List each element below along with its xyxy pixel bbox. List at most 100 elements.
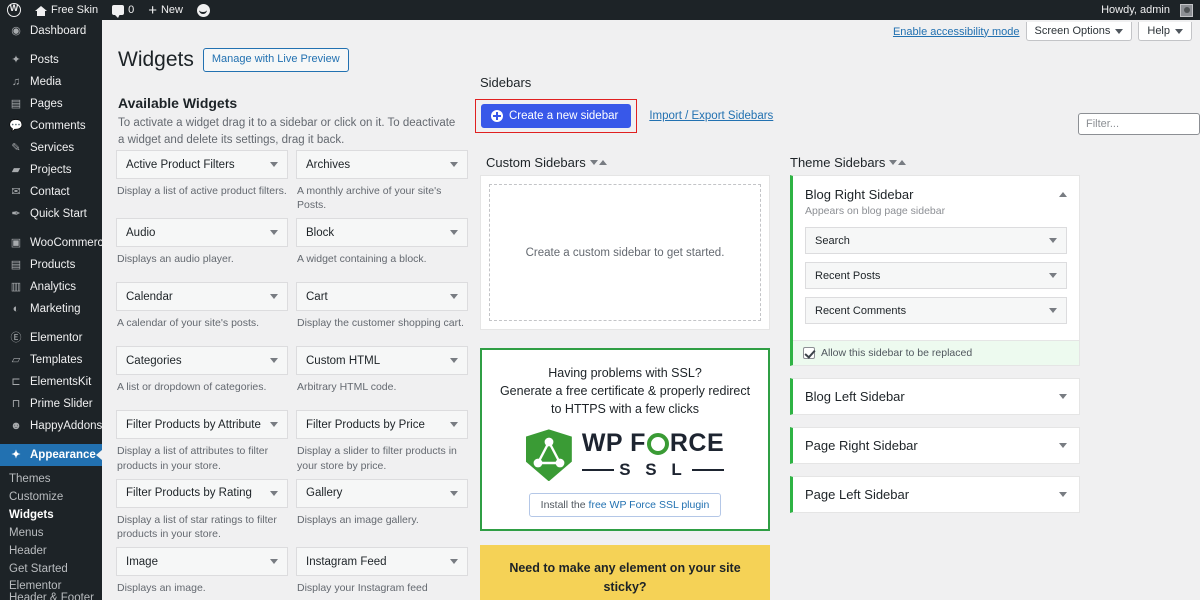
theme-sidebar-box[interactable]: Blog Left Sidebar: [790, 378, 1080, 415]
caret-down-icon[interactable]: [1059, 443, 1067, 448]
caret-down-icon[interactable]: [270, 162, 278, 167]
widget-header[interactable]: Instagram Feed: [296, 547, 468, 577]
custom-sidebar-dropzone[interactable]: Create a custom sidebar to get started.: [489, 184, 761, 321]
sidebar-item-dashboard[interactable]: ◉ Dashboard: [0, 20, 102, 42]
sort-carets[interactable]: [889, 160, 907, 165]
submenu-item-customize[interactable]: Customize: [0, 488, 102, 506]
available-widget: Gallery Displays an image gallery.: [296, 478, 468, 547]
widget-header[interactable]: Filter Products by Price: [296, 410, 468, 440]
sidebar-item-projects[interactable]: ▰ Projects: [0, 159, 102, 181]
sidebar-item-products[interactable]: ▤ Products: [0, 254, 102, 276]
sidebar-item-marketing[interactable]: ◐ Marketing: [0, 298, 102, 320]
caret-down-icon[interactable]: [1049, 238, 1057, 243]
widget-header[interactable]: Image: [116, 547, 288, 577]
create-new-sidebar-button[interactable]: Create a new sidebar: [481, 104, 632, 128]
caret-down-icon[interactable]: [450, 559, 458, 565]
submenu-item-menus[interactable]: Menus: [0, 524, 102, 542]
sort-carets[interactable]: [589, 160, 607, 165]
caret-down-icon[interactable]: [1059, 492, 1067, 497]
caret-down-icon[interactable]: [270, 559, 278, 565]
comments-bubble[interactable]: 0: [105, 0, 141, 20]
assigned-widget[interactable]: Search: [805, 227, 1067, 254]
promo-line-2: Generate a free certificate & properly r…: [499, 384, 751, 399]
screen-options-toggle[interactable]: Screen Options: [1025, 22, 1133, 41]
submenu-item-elementor-header-footer-builder[interactable]: Elementor Header & Footer Builder: [0, 578, 95, 600]
caret-down-icon[interactable]: [450, 358, 458, 364]
promo-line-1: Having problems with SSL?: [548, 366, 702, 380]
available-widget: Instagram Feed Display your Instagram fee…: [296, 547, 468, 600]
sidebar-item-appearance[interactable]: ✦ Appearance: [0, 444, 102, 466]
widget-header[interactable]: Filter Products by Attribute: [116, 410, 288, 440]
theme-sidebar-box[interactable]: Page Right Sidebar: [790, 427, 1080, 464]
widget-header[interactable]: Custom HTML: [296, 346, 468, 376]
manage-with-live-preview-button[interactable]: Manage with Live Preview: [202, 48, 349, 72]
widget-header[interactable]: Archives: [296, 150, 468, 179]
caret-down-icon[interactable]: [450, 230, 458, 236]
available-widgets-description: To activate a widget drag it to a sideba…: [118, 117, 456, 146]
submenu-item-header[interactable]: Header: [0, 542, 102, 560]
caret-down-icon[interactable]: [270, 490, 278, 496]
new-label: New: [160, 4, 183, 16]
widget-header[interactable]: Categories: [116, 346, 288, 376]
widget-header[interactable]: Active Product Filters: [116, 150, 288, 179]
widget-header[interactable]: Block: [296, 218, 468, 248]
submenu-item-get-started[interactable]: Get Started: [0, 560, 102, 578]
sidebar-item-quick-start[interactable]: ✒ Quick Start: [0, 203, 102, 225]
caret-down-icon[interactable]: [450, 490, 458, 496]
appearance-icon: ✦: [11, 448, 21, 461]
import-export-sidebars-link[interactable]: Import / Export Sidebars: [649, 110, 773, 122]
caret-down-icon[interactable]: [1059, 394, 1067, 399]
caret-down-icon[interactable]: [270, 358, 278, 364]
theme-sidebar-header[interactable]: Blog Right Sidebar: [793, 176, 1079, 202]
caret-down-icon[interactable]: [1049, 273, 1057, 278]
widget-header[interactable]: Calendar: [116, 282, 288, 312]
caret-up-icon[interactable]: [1059, 192, 1067, 197]
widget-header[interactable]: Cart: [296, 282, 468, 312]
assigned-widget[interactable]: Recent Comments: [805, 297, 1067, 324]
caret-down-icon[interactable]: [270, 294, 278, 300]
caret-down-icon[interactable]: [450, 294, 458, 300]
sidebar-item-analytics[interactable]: ▥ Analytics: [0, 276, 102, 298]
filter-input[interactable]: [1078, 113, 1200, 135]
widget-header[interactable]: Filter Products by Rating: [116, 478, 288, 508]
caret-down-icon[interactable]: [1049, 308, 1057, 313]
sidebar-item-prime-slider[interactable]: ⊓ Prime Slider: [0, 393, 102, 415]
site-name-menu[interactable]: Free Skin: [28, 0, 105, 20]
widget-name: Archives: [306, 158, 351, 171]
submenu-item-widgets[interactable]: Widgets: [0, 506, 102, 524]
theme-sidebar-box[interactable]: Page Left Sidebar: [790, 476, 1080, 513]
sidebar-item-elementor[interactable]: Ⓔ Elementor: [0, 327, 102, 349]
caret-down-icon[interactable]: [270, 230, 278, 236]
sidebar-item-label: Contact: [30, 186, 70, 198]
sidebar-item-services[interactable]: ✎ Services: [0, 137, 102, 159]
smiley-menu[interactable]: [190, 0, 217, 20]
sidebar-item-media[interactable]: ♫ Media: [0, 71, 102, 93]
my-account-menu[interactable]: Howdy, admin: [1094, 0, 1200, 20]
allow-replace-checkbox[interactable]: [803, 347, 815, 359]
theme-sidebars-heading[interactable]: Theme Sidebars: [790, 155, 907, 170]
rule-left: [581, 468, 615, 471]
new-content-menu[interactable]: + New: [141, 0, 190, 20]
widget-header[interactable]: Gallery: [296, 478, 468, 508]
wp-logo-menu[interactable]: [0, 0, 28, 20]
sidebar-item-woocommerce[interactable]: ▣ WooCommerce: [0, 232, 102, 254]
widget-header[interactable]: Audio: [116, 218, 288, 248]
help-toggle[interactable]: Help: [1138, 22, 1192, 41]
submenu-item-themes[interactable]: Themes: [0, 470, 102, 488]
sidebar-item-comments[interactable]: 💬 Comments: [0, 115, 102, 137]
sidebar-item-elementskit[interactable]: ⊏ ElementsKit: [0, 371, 102, 393]
custom-sidebars-heading[interactable]: Custom Sidebars: [486, 155, 607, 170]
sidebar-item-posts[interactable]: ✦ Posts: [0, 49, 102, 71]
sidebar-item-templates[interactable]: ▱ Templates: [0, 349, 102, 371]
allow-replace-row[interactable]: Allow this sidebar to be replaced: [793, 340, 1079, 365]
enable-accessibility-mode-link[interactable]: Enable accessibility mode: [893, 26, 1020, 38]
caret-down-icon[interactable]: [450, 422, 458, 428]
widget-description: Display a slider to filter products in y…: [297, 445, 457, 472]
sidebar-item-contact[interactable]: ✉ Contact: [0, 181, 102, 203]
sidebar-item-happyaddons[interactable]: ☻ HappyAddons: [0, 415, 102, 437]
caret-down-icon[interactable]: [270, 422, 278, 428]
install-wp-force-ssl-button[interactable]: Install the free WP Force SSL plugin: [528, 493, 722, 518]
sidebar-item-pages[interactable]: ▤ Pages: [0, 93, 102, 115]
assigned-widget[interactable]: Recent Posts: [805, 262, 1067, 289]
caret-down-icon[interactable]: [450, 162, 458, 167]
